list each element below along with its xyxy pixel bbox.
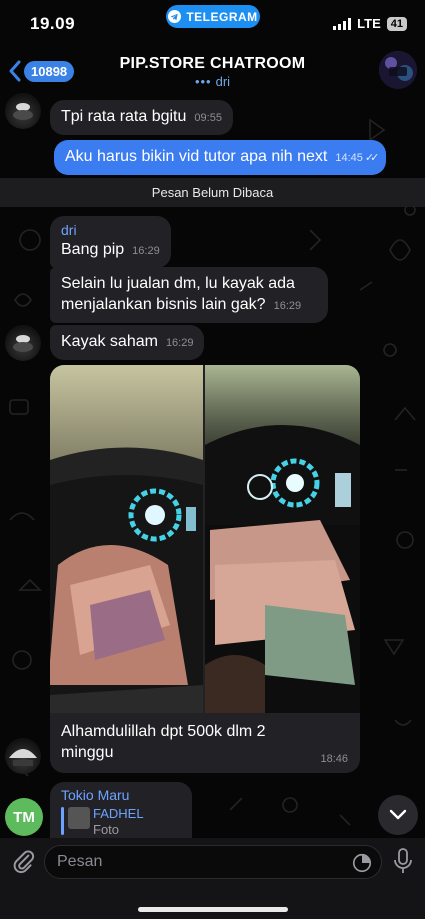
message-composer [0,838,425,919]
message-input[interactable] [57,852,337,872]
paperclip-icon[interactable] [10,848,36,874]
quoted-sender-name: FADHEL [93,806,144,821]
message-text-line1: Selain lu jualan dm, lu kayak ada [61,275,295,292]
typing-indicator: ••• dri [0,74,425,89]
typing-user: dri [215,74,231,89]
sender-avatar[interactable] [5,325,41,361]
message-time: 16:29 [273,300,302,312]
message-bubble-incoming[interactable]: dri Bang pip 16:29 [50,216,171,268]
quoted-photo-thumbnail [68,807,90,829]
telegram-return-pill[interactable]: TELEGRAM [166,5,260,28]
photo-thumbnail-2[interactable] [205,365,360,713]
read-checkmarks-icon: ✓✓ [364,152,380,164]
status-time: 19.09 [30,14,76,33]
home-indicator [138,907,288,912]
sender-name[interactable]: dri [61,222,160,239]
avatar-image [13,335,33,352]
channel-avatar[interactable] [379,51,417,89]
message-text-line2: menjalankan bisnis lain gak? [61,296,266,313]
message-text: Tpi rata rata bgitu [61,108,187,125]
sender-avatar[interactable] [5,738,41,774]
telegram-plane-icon [168,10,182,23]
telegram-pill-label: TELEGRAM [186,9,258,24]
channel-avatar-image [379,51,417,89]
chat-header: 10898 PIP.STORE CHATROOM ••• dri [0,46,425,96]
message-bubble-incoming[interactable]: Tpi rata rata bgitu 09:55 [50,100,233,135]
sender-avatar[interactable] [5,93,41,129]
network-type: LTE [357,16,381,31]
microphone-icon[interactable] [391,847,415,875]
chevron-down-icon [389,809,407,820]
photo-dashboard-money-2 [205,365,360,713]
photo-dashboard-money-1 [50,365,203,713]
sender-avatar-tm[interactable]: TM [5,798,43,836]
system-indicators: LTE 41 [333,16,407,31]
message-time: 14:45 [335,152,363,164]
message-field [44,845,382,879]
media-message-bubble[interactable]: Alhamdulillah dpt 500k dlm 2 minggu 18:4… [50,365,360,773]
signal-bars-icon [333,17,352,30]
avatar-image [13,103,33,120]
message-text: Kayak saham [61,333,158,350]
chat-title[interactable]: PIP.STORE CHATROOM [0,55,425,73]
sender-name[interactable]: Tokio Maru [61,787,129,804]
unread-messages-divider: Pesan Belum Dibaca [0,178,425,207]
message-time: 09:55 [194,112,222,124]
message-text: Bang pip [61,241,125,258]
chat-screen: 19.09 TELEGRAM LTE 41 10898 PIP.STORE CH… [0,0,425,919]
scroll-to-bottom-button[interactable] [378,795,418,835]
media-caption: Alhamdulillah dpt 500k dlm 2 minggu [61,723,266,761]
status-bar: 19.09 TELEGRAM LTE 41 [0,0,425,46]
quoted-message-type: Foto [93,822,120,837]
typing-dots-icon: ••• [194,74,212,89]
quote-bar [61,807,64,835]
message-time: 18:46 [320,753,348,765]
message-time: 16:29 [132,245,160,257]
sticker-clock-icon[interactable] [351,852,373,874]
avatar-image [9,749,37,766]
message-bubble-incoming[interactable]: Kayak saham 16:29 [50,325,205,360]
message-text: Aku harus bikin vid tutor apa nih next [65,148,328,165]
battery-level: 41 [386,16,407,31]
photo-thumbnail-1[interactable] [50,365,203,713]
message-bubble-reply[interactable]: Tokio Maru FADHEL Foto [50,782,192,840]
message-bubble-outgoing[interactable]: Aku harus bikin vid tutor apa nih next 14… [54,140,387,175]
message-bubble-incoming[interactable]: Selain lu jualan dm, lu kayak ada menjal… [50,267,328,323]
message-time: 16:29 [165,337,194,349]
